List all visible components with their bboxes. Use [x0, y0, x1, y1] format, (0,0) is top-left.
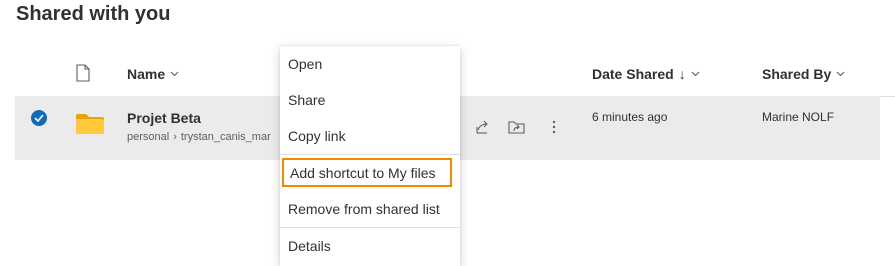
header-divider	[878, 96, 895, 97]
date-shared-column-header[interactable]: Date Shared ↓	[592, 66, 700, 82]
shared-by-column-label: Shared By	[762, 66, 832, 82]
path-segment: personal	[127, 131, 170, 143]
context-menu: Open Share Copy link Add shortcut to My …	[280, 46, 460, 266]
menu-item-share[interactable]: Share	[280, 82, 460, 118]
more-options-button[interactable]	[545, 118, 563, 136]
file-name[interactable]: Projet Beta	[127, 110, 201, 126]
date-shared-column-label: Date Shared	[592, 66, 674, 82]
menu-item-copy-link[interactable]: Copy link	[280, 118, 460, 154]
checkmark-icon	[34, 114, 44, 122]
chevron-down-icon	[836, 71, 845, 77]
name-column-header[interactable]: Name	[127, 66, 179, 82]
menu-item-add-shortcut[interactable]: Add shortcut to My files	[282, 158, 452, 187]
path-segment: trystan_canis_mar	[180, 131, 271, 143]
menu-item-open[interactable]: Open	[280, 46, 460, 82]
shared-by-column-header[interactable]: Shared By	[762, 66, 845, 82]
share-icon	[476, 120, 488, 134]
chevron-right-icon: ›	[173, 131, 177, 143]
menu-divider	[280, 154, 460, 155]
folder-icon	[76, 114, 104, 134]
chevron-down-icon	[691, 71, 700, 77]
sort-descending-icon: ↓	[678, 66, 686, 82]
shared-by-cell: Marine NOLF	[762, 110, 835, 124]
page-title: Shared with you	[16, 3, 171, 25]
add-shortcut-icon	[508, 121, 525, 134]
row-checkbox[interactable]	[31, 110, 47, 126]
date-shared-cell: 6 minutes ago	[592, 110, 668, 124]
add-shortcut-button[interactable]	[508, 118, 526, 136]
more-icon	[552, 120, 556, 134]
menu-item-remove-from-shared-list[interactable]: Remove from shared list	[280, 191, 460, 227]
file-type-icon[interactable]	[75, 64, 91, 82]
chevron-down-icon	[170, 71, 179, 77]
file-path: personal › trystan_canis_mar	[127, 131, 281, 143]
share-button[interactable]	[473, 118, 491, 136]
menu-item-details[interactable]: Details	[280, 228, 460, 264]
name-column-label: Name	[127, 66, 166, 82]
